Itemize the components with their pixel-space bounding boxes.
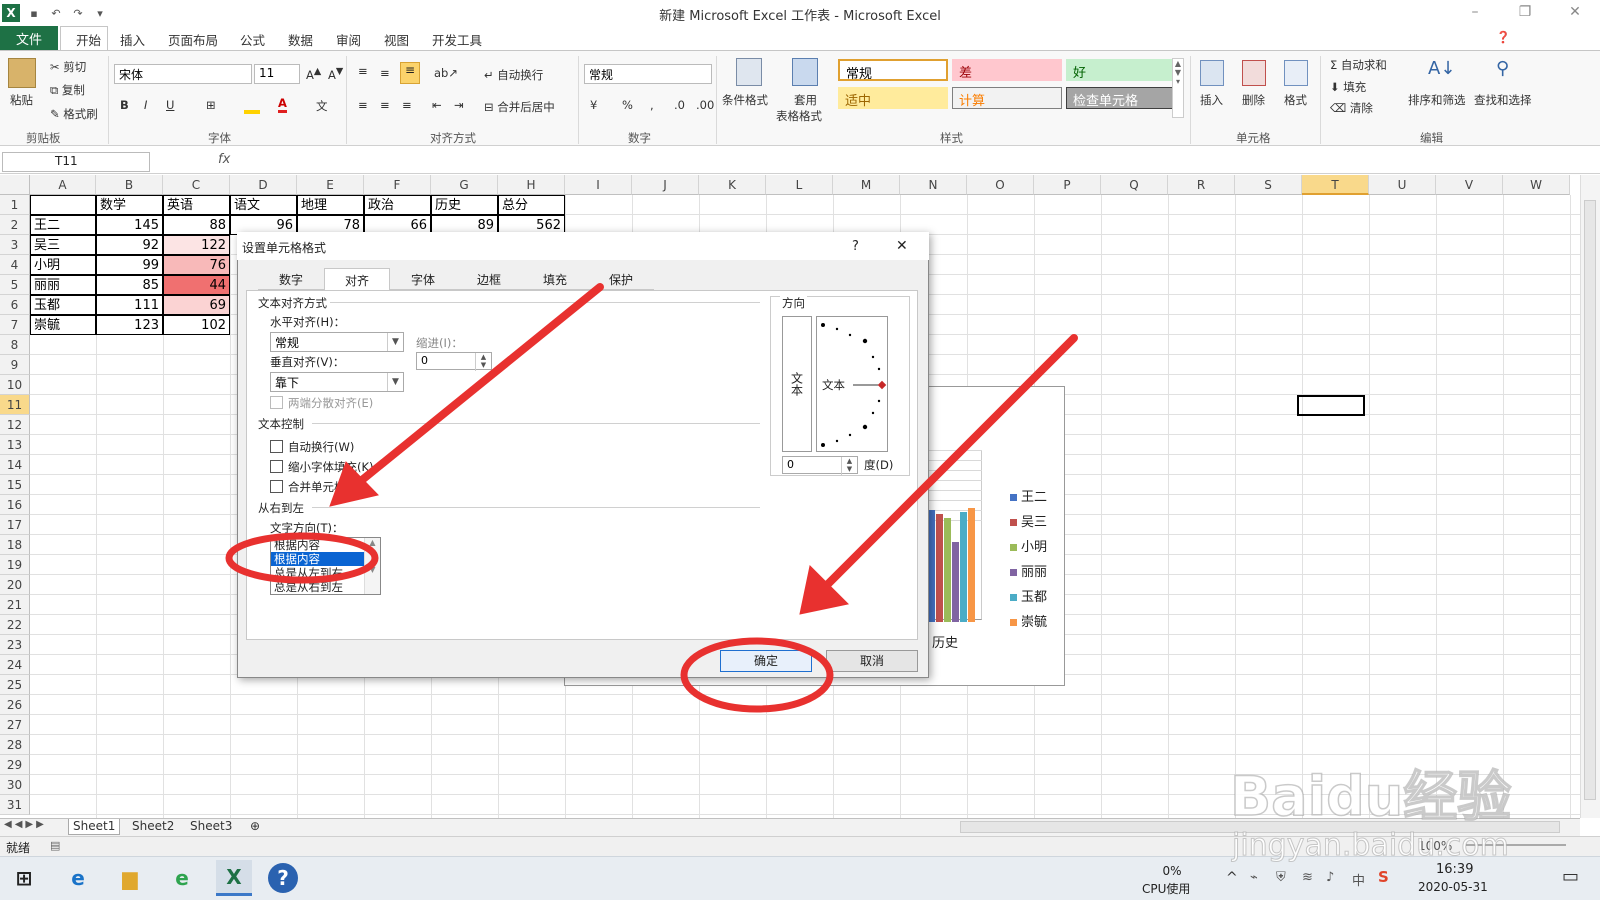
watermark-brand: Baidu经验 <box>1229 764 1512 829</box>
red-arrow-shaft <box>358 283 604 484</box>
red-circle-highlight <box>680 637 834 713</box>
annotation-marks <box>225 283 1078 713</box>
red-circle-highlight <box>225 532 379 584</box>
red-arrow-shaft <box>822 334 1078 590</box>
watermark-url: jingyan.baidu.com <box>1232 828 1510 864</box>
